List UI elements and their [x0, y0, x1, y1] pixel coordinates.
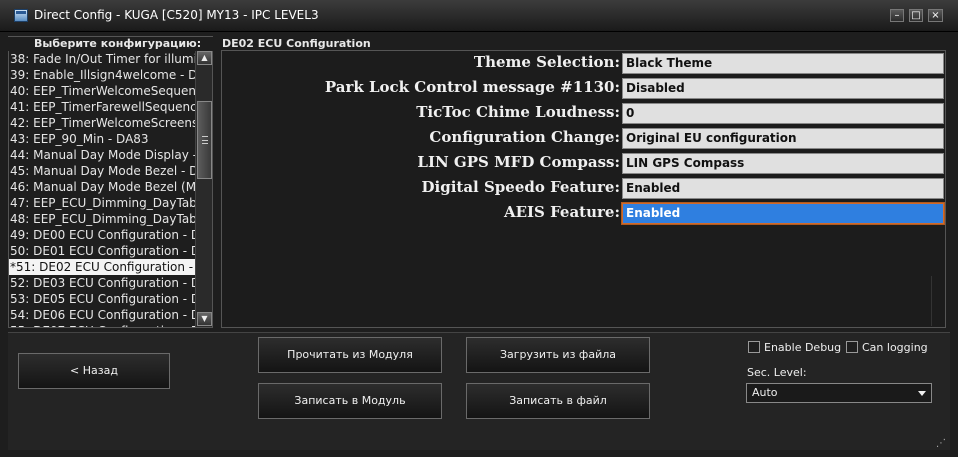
maximize-button[interactable]: □	[909, 9, 923, 22]
can-logging-label: Can logging	[862, 341, 928, 354]
config-list-scrollbar[interactable]: ▲ ▼	[195, 51, 212, 327]
config-row-value-select[interactable]: LIN GPS Compass	[622, 153, 944, 174]
config-list[interactable]: 38: Fade In/Out Timer for illumi 39: Enab…	[9, 51, 195, 327]
title-bar: Direct Config - KUGA [C520] MY13 - IPC L…	[0, 0, 958, 32]
write-to-module-button[interactable]: Записать в Модуль	[258, 383, 442, 419]
config-row-label: LIN GPS MFD Compass:	[417, 153, 620, 171]
list-item[interactable]: 47: EEP_ECU_Dimming_DayTabl	[9, 195, 195, 211]
config-row: LIN GPS MFD Compass: LIN GPS Compass	[222, 151, 947, 176]
config-row: AEIS Feature: Enabled	[222, 201, 947, 226]
list-item[interactable]: 48: EEP_ECU_Dimming_DayTabl	[9, 211, 195, 227]
back-button[interactable]: < Назад	[18, 353, 170, 389]
resize-grip-icon[interactable]: ⋰	[936, 438, 948, 450]
config-row-label: Configuration Change:	[429, 128, 620, 146]
config-panel: Theme Selection: Black Theme Park Lock Con…	[221, 50, 946, 328]
config-row: Theme Selection: Black Theme	[222, 51, 947, 76]
scrollbar-thumb[interactable]	[197, 101, 212, 179]
close-button[interactable]: ×	[928, 9, 943, 22]
write-to-file-button[interactable]: Записать в файл	[466, 383, 650, 419]
list-item[interactable]: 38: Fade In/Out Timer for illumi	[9, 51, 195, 67]
config-row-value-select[interactable]: Enabled	[622, 203, 944, 224]
sec-level-value: Auto	[752, 386, 778, 399]
config-row-value-select[interactable]: 0	[622, 103, 944, 124]
sec-level-label: Sec. Level:	[747, 366, 807, 379]
list-item[interactable]: 40: EEP_TimerWelcomeSequenc	[9, 83, 195, 99]
config-panel-scrollbar[interactable]	[931, 276, 945, 326]
sec-level-select[interactable]: Auto	[746, 383, 932, 403]
app-icon	[14, 9, 28, 22]
config-panel-header: DE02 ECU Configuration	[222, 37, 371, 50]
config-row-label: AEIS Feature:	[503, 203, 620, 221]
list-item[interactable]: 45: Manual Day Mode Bezel - DA	[9, 163, 195, 179]
config-list-header: Выберите конфигурацию:	[8, 37, 213, 51]
config-row-value-select[interactable]: Original EU configuration	[622, 128, 944, 149]
config-row-label: TicToc Chime Loudness:	[416, 103, 620, 121]
checkbox-icon	[846, 341, 858, 353]
chevron-down-icon	[918, 391, 926, 396]
scroll-up-icon[interactable]: ▲	[197, 51, 212, 65]
list-item[interactable]: *51: DE02 ECU Configuration - D	[9, 259, 195, 275]
read-from-module-button[interactable]: Прочитать из Модуля	[258, 337, 442, 373]
config-row-label: Theme Selection:	[473, 53, 620, 71]
can-logging-checkbox[interactable]: Can logging	[846, 341, 928, 354]
scroll-down-icon[interactable]: ▼	[197, 312, 212, 326]
list-item[interactable]: 42: EEP_TimerWelcomeScreens	[9, 115, 195, 131]
config-row-value-select[interactable]: Disabled	[622, 78, 944, 99]
list-item[interactable]: 52: DE03 ECU Configuration - DE	[9, 275, 195, 291]
minimize-button[interactable]: –	[890, 9, 904, 22]
enable-debug-checkbox[interactable]: Enable Debug	[748, 341, 841, 354]
config-row: TicToc Chime Loudness: 0	[222, 101, 947, 126]
list-item[interactable]: 55: DE07 ECU Configuration - DE	[9, 323, 195, 327]
grip-icon	[202, 136, 208, 144]
list-item[interactable]: 41: EEP_TimerFarewellSequenc	[9, 99, 195, 115]
list-item[interactable]: 46: Manual Day Mode Bezel (Me	[9, 179, 195, 195]
enable-debug-label: Enable Debug	[764, 341, 842, 354]
config-row: Configuration Change: Original EU configu…	[222, 126, 947, 151]
config-row: Digital Speedo Feature: Enabled	[222, 176, 947, 201]
list-item[interactable]: 44: Manual Day Mode Display - D	[9, 147, 195, 163]
window-title: Direct Config - KUGA [C520] MY13 - IPC L…	[34, 8, 319, 22]
list-item[interactable]: 39: Enable_Illsign4welcome - DA	[9, 67, 195, 83]
config-row: Park Lock Control message #1130: Disabled	[222, 76, 947, 101]
config-row-label: Digital Speedo Feature:	[421, 178, 621, 196]
config-row-value-select[interactable]: Enabled	[622, 178, 944, 199]
checkbox-icon	[748, 341, 760, 353]
list-item[interactable]: 53: DE05 ECU Configuration - DE	[9, 291, 195, 307]
config-row-value-select[interactable]: Black Theme	[622, 53, 944, 74]
list-item[interactable]: 54: DE06 ECU Configuration - DE	[9, 307, 195, 323]
list-item[interactable]: 49: DE00 ECU Configuration - DE	[9, 227, 195, 243]
list-item[interactable]: 50: DE01 ECU Configuration - DE	[9, 243, 195, 259]
config-row-label: Park Lock Control message #1130:	[324, 78, 620, 96]
list-item[interactable]: 43: EEP_90_Min - DA83	[9, 131, 195, 147]
load-from-file-button[interactable]: Загрузить из файла	[466, 337, 650, 373]
